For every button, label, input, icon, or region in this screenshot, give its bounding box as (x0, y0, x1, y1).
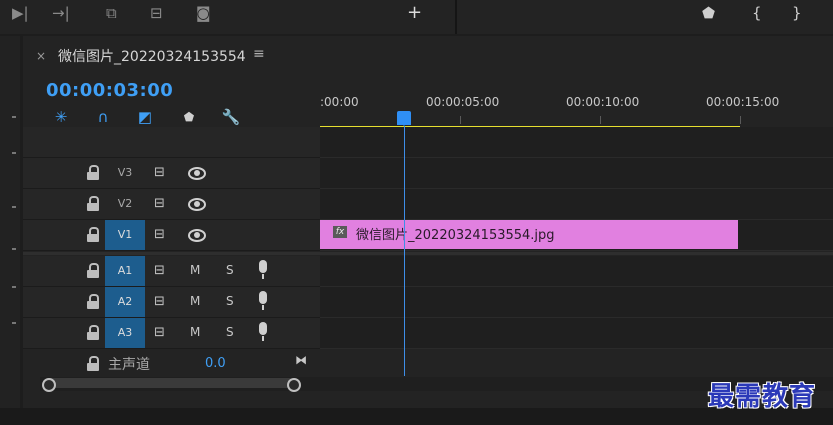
ruler-label: 00:00:05:00 (426, 95, 500, 109)
video-audio-divider[interactable] (23, 252, 833, 255)
track-header-a3: A3 ⊟ M S (23, 318, 320, 349)
track-header-a1: A1 ⊟ M S (23, 256, 320, 287)
track-lane-a3[interactable] (320, 318, 833, 349)
track-label-a1[interactable]: A1 (105, 256, 145, 286)
track-header-v1: V1 ⊟ (23, 220, 320, 251)
bowtie-icon[interactable]: ⧓ (295, 353, 307, 367)
tool-mark[interactable] (12, 116, 16, 118)
track-header-spacer (23, 127, 320, 158)
marker-icon[interactable]: ⬟ (702, 5, 715, 21)
insert-icon[interactable]: ⧉ (106, 5, 117, 21)
left-tool-panel (0, 36, 20, 408)
mute-button[interactable]: M (190, 263, 200, 277)
ruler-tick (600, 116, 601, 124)
track-header-a2: A2 ⊟ M S (23, 287, 320, 318)
microphone-icon[interactable] (259, 322, 267, 335)
master-track-label: 主声道 (108, 357, 150, 373)
lock-icon[interactable] (87, 263, 99, 278)
master-track-header: 主声道 0.0 ⧓ (23, 350, 320, 376)
tool-mark[interactable] (12, 322, 16, 324)
track-lane-v2[interactable] (320, 189, 833, 220)
tool-mark[interactable] (12, 152, 16, 154)
ruler-label: 00:00:15:00 (706, 95, 780, 109)
sync-lock-icon[interactable]: ⊟ (154, 227, 165, 242)
lock-icon[interactable] (87, 325, 99, 340)
add-marker-icon[interactable]: ⬟ (178, 106, 200, 128)
ruler-tick (460, 116, 461, 124)
scrollbar-thumb[interactable] (44, 378, 294, 388)
track-label-v1[interactable]: V1 (105, 220, 145, 250)
linked-selection-icon[interactable]: ◩ (134, 106, 156, 128)
microphone-stand (262, 274, 264, 279)
scroll-end-handle[interactable] (287, 378, 301, 392)
microphone-icon[interactable] (259, 291, 267, 304)
sync-lock-icon[interactable]: ⊟ (154, 263, 165, 278)
solo-button[interactable]: S (226, 263, 234, 277)
clip-name: 微信图片_20220324153554.jpg (356, 228, 555, 243)
microphone-stand (262, 336, 264, 341)
close-icon[interactable]: × (36, 49, 46, 63)
playhead-tip (397, 118, 411, 126)
mute-button[interactable]: M (190, 325, 200, 339)
track-lane-a2[interactable] (320, 287, 833, 318)
tool-mark[interactable] (12, 248, 16, 250)
track-lane-a1[interactable] (320, 256, 833, 287)
mute-button[interactable]: M (190, 294, 200, 308)
solo-button[interactable]: S (226, 294, 234, 308)
playhead-line[interactable] (404, 126, 405, 376)
mark-out-icon[interactable]: } (792, 5, 802, 21)
solo-button[interactable]: S (226, 325, 234, 339)
tool-mark[interactable] (12, 206, 16, 208)
play-in-to-out-icon[interactable]: ▶| (12, 5, 29, 21)
video-clip[interactable]: fx 微信图片_20220324153554.jpg (320, 220, 738, 249)
lock-icon[interactable] (87, 165, 99, 180)
track-label-v3[interactable]: V3 (105, 158, 145, 188)
microphone-icon[interactable] (259, 260, 267, 273)
go-to-out-icon[interactable]: →| (52, 5, 70, 21)
master-volume-value[interactable]: 0.0 (205, 356, 226, 371)
snap-magnet-icon[interactable]: ∩ (92, 106, 114, 128)
track-header-v2: V2 ⊟ (23, 189, 320, 220)
ruler-label: :00:00 (320, 95, 359, 109)
lock-icon[interactable] (87, 196, 99, 211)
sync-lock-icon[interactable]: ⊟ (154, 294, 165, 309)
lock-icon[interactable] (87, 227, 99, 242)
sync-lock-icon[interactable]: ⊟ (154, 325, 165, 340)
track-lane-v3[interactable] (320, 158, 833, 189)
overwrite-icon[interactable]: ⊟ (150, 5, 163, 21)
eye-icon[interactable] (188, 198, 206, 211)
add-button-icon[interactable]: + (407, 4, 422, 22)
ruler-tick (740, 116, 741, 124)
playhead-timecode[interactable]: 00:00:03:00 (46, 80, 173, 101)
camera-icon[interactable]: ◙ (196, 5, 211, 21)
microphone-stand (262, 305, 264, 310)
lock-icon[interactable] (87, 294, 99, 309)
scroll-start-handle[interactable] (42, 378, 56, 392)
track-label-a3[interactable]: A3 (105, 318, 145, 348)
mark-in-icon[interactable]: { (752, 5, 762, 21)
ruler-label: 00:00:10:00 (566, 95, 640, 109)
track-header-v3: V3 ⊟ (23, 158, 320, 189)
sync-lock-icon[interactable]: ⊟ (154, 196, 165, 211)
top-toolbar: ▶| →| ⧉ ⊟ ◙ + ⬟ { } (0, 0, 833, 34)
track-label-a2[interactable]: A2 (105, 287, 145, 317)
panel-menu-icon[interactable]: ≡ (253, 46, 265, 62)
nest-sequence-icon[interactable]: ✳ (50, 106, 72, 128)
watermark-logo: 最需教育 (708, 382, 817, 412)
track-lane-empty (320, 127, 833, 158)
toolbar-divider (455, 0, 457, 34)
track-label-v2[interactable]: V2 (105, 189, 145, 219)
tool-mark[interactable] (12, 286, 16, 288)
eye-icon[interactable] (188, 167, 206, 180)
fx-badge: fx (333, 226, 347, 238)
lock-icon[interactable] (87, 356, 99, 371)
sync-lock-icon[interactable]: ⊟ (154, 165, 165, 180)
wrench-icon[interactable]: 🔧 (220, 106, 242, 128)
eye-icon[interactable] (188, 229, 206, 242)
sequence-tab-title[interactable]: 微信图片_20220324153554 (58, 46, 246, 66)
